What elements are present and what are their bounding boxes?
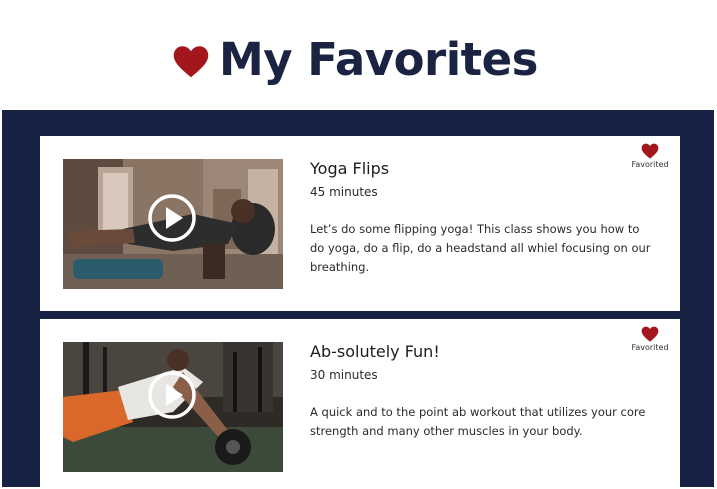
favorited-label: Favorited	[631, 160, 669, 169]
favorite-card[interactable]: Yoga Flips 45 minutes Let’s do some flip…	[40, 136, 680, 311]
heart-icon	[641, 326, 659, 342]
card-title[interactable]: Yoga Flips	[310, 158, 655, 180]
page-title: My Favorites	[219, 33, 538, 86]
heart-icon	[641, 143, 659, 159]
card-info: Ab-solutely Fun! 30 minutes A quick and …	[310, 341, 655, 441]
card-duration: 45 minutes	[310, 185, 378, 199]
play-icon[interactable]	[147, 193, 197, 243]
heart-icon	[173, 46, 209, 78]
favorited-label: Favorited	[631, 343, 669, 352]
card-description: Let’s do some flipping yoga! This class …	[310, 222, 651, 274]
play-icon[interactable]	[147, 370, 197, 420]
video-thumbnail[interactable]	[63, 342, 283, 472]
favorite-toggle[interactable]: Favorited	[628, 326, 672, 353]
page-header: My Favorites	[0, 0, 717, 110]
favorite-toggle[interactable]: Favorited	[628, 143, 672, 170]
card-title[interactable]: Ab-solutely Fun!	[310, 341, 655, 363]
card-duration: 30 minutes	[310, 368, 378, 382]
card-info: Yoga Flips 45 minutes Let’s do some flip…	[310, 158, 655, 277]
favorite-card[interactable]: Ab-solutely Fun! 30 minutes A quick and …	[40, 319, 680, 489]
card-description: A quick and to the point ab workout that…	[310, 405, 646, 438]
favorites-list: Yoga Flips 45 minutes Let’s do some flip…	[2, 110, 714, 489]
video-thumbnail[interactable]	[63, 159, 283, 289]
